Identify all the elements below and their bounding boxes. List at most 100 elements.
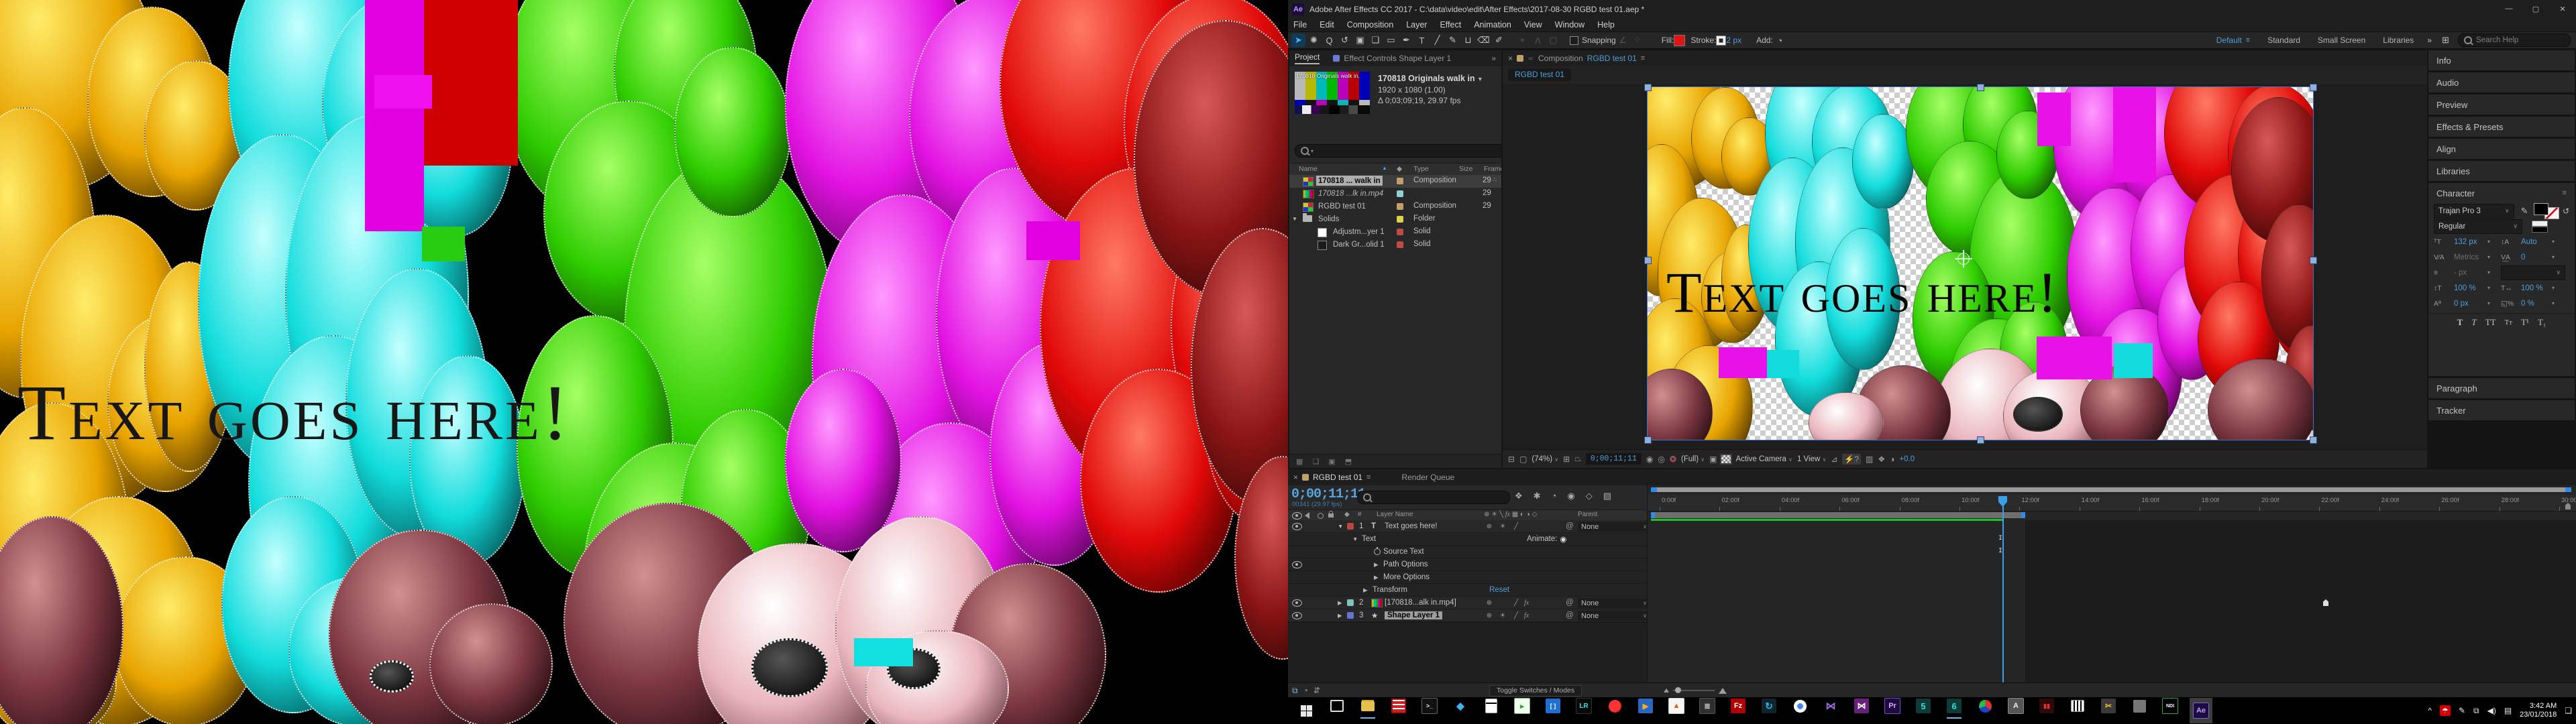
target-region-icon[interactable]: ▣ [1709,455,1717,464]
red-keys-icon[interactable]: ▮▮ [2039,698,2055,714]
project-item-name[interactable]: 170818 ... walk in [1316,176,1383,186]
project-row[interactable]: 170818 ...lk in.mp429 [1289,188,1501,200]
project-row[interactable]: 170818 ... walk inComposition29∴ [1289,175,1501,188]
visual-studio-icon[interactable]: ⋈ [1823,698,1839,714]
faux-style-0[interactable]: T [2457,317,2463,328]
swap-swatches[interactable] [2532,221,2552,233]
menu-window[interactable]: Window [1555,20,1585,29]
layer-switches[interactable]: ⊕☀╱ [1484,520,1521,532]
menu-view[interactable]: View [1524,20,1542,29]
breadcrumb[interactable]: RGBD test 01 [1508,68,1571,81]
faux-style-4[interactable]: T¹ [2521,317,2529,328]
faux-style-3[interactable]: Tᴛ [2504,318,2512,326]
comp-canvas[interactable]: Text goes here! [1648,87,2313,440]
pen-tray-icon[interactable]: ✎ [2459,706,2465,715]
menu-file[interactable]: File [1293,20,1307,29]
menu-composition[interactable]: Composition [1347,20,1393,29]
navigator-start-handle[interactable] [1651,487,1657,492]
grid-guides-icon[interactable]: ⊞ [1563,455,1570,464]
primary-viewer-icon[interactable]: ▢ [1519,455,1527,464]
stroke-style-select[interactable]: ∨ [2501,265,2565,280]
frame-blending-icon[interactable]: ◉ [1567,491,1574,501]
visual-studio2-icon[interactable]: ⋈ [1854,698,1870,714]
project-item-name[interactable]: Dark Gr...olid 1 [1331,239,1387,249]
brush-tool-icon[interactable]: ✎ [1446,34,1460,47]
time-ruler[interactable]: 0:00f02:00f04:00f06:00f08:00f10:00f12:00… [1648,495,2576,511]
panel-header[interactable]: Preview [2428,95,2575,115]
zoom-tool-icon[interactable]: Q [1322,34,1336,47]
media-app-icon[interactable] [1391,698,1407,714]
workspace-libraries[interactable]: Libraries [2383,36,2414,45]
keyboard-tray-icon[interactable]: ▤ [2504,706,2512,715]
panel-menu-icon[interactable]: ≡ [2563,189,2567,197]
reset-text-icon[interactable]: ↺ [2563,206,2569,216]
leading-value[interactable]: Auto [2521,238,2549,246]
command-prompt-icon[interactable]: >_ [1421,698,1438,714]
font-family-select[interactable]: Trajan Pro 3∨ [2434,204,2514,219]
resolution-select[interactable]: (Full) ∨ [1681,455,1705,463]
label-color-chip[interactable] [1397,216,1403,223]
selection-handle[interactable] [1644,257,1652,264]
parent-column[interactable]: Parent [1578,511,1597,518]
vlc-icon[interactable]: ▲ [1668,698,1684,714]
menu-effect[interactable]: Effect [1440,20,1461,29]
chrome-icon[interactable] [1792,698,1808,714]
layer-label-chip[interactable] [1347,612,1354,619]
work-area-start-handle[interactable] [1651,512,1655,518]
folder-expander-icon[interactable]: ▼ [1292,216,1297,222]
maximize-button[interactable]: ▢ [2522,5,2549,13]
layer-visibility-icon[interactable] [1292,523,1302,530]
anchor-point-icon[interactable] [1957,253,1970,265]
composition-tab[interactable]: × ⸦ Composition RGBD test 01 ≡ [1503,50,2427,66]
comp-viewer[interactable]: Text goes here! [1503,84,2427,449]
project-tab-overflow[interactable]: » [1491,54,1496,63]
workspace-small-screen[interactable]: Small Screen [2318,36,2365,45]
faux-style-1[interactable]: T [2471,317,2476,328]
diamond-app-icon[interactable]: ◆ [1452,698,1468,714]
animate-add-icon[interactable]: ◉ [1560,534,1566,544]
comp-lock-icon[interactable]: ⸦ [1527,54,1534,63]
layer-name[interactable]: Shape Layer 1 [1385,609,1442,621]
workspace-grid-icon[interactable]: ⊞ [2438,34,2453,47]
panel-header[interactable]: Libraries [2428,161,2575,181]
trash-icon[interactable]: ⬒ [1345,457,1352,466]
selection-handle[interactable] [2310,257,2317,264]
panel-header[interactable]: Tracker [2428,400,2575,420]
expand-layer-switches-icon[interactable]: ⧉ [1292,686,1298,696]
help-search[interactable]: Search Help [2458,34,2571,47]
pixel-aspect-icon[interactable]: ⊿ [1831,455,1837,464]
panel-tracker[interactable]: Tracker [2428,400,2575,420]
six-app-icon[interactable]: 6 [1946,698,1962,714]
workspace-overflow[interactable]: » [2427,36,2432,45]
comp-mini-flowchart-icon[interactable]: ❖ [1515,491,1523,501]
panel-align[interactable]: Align [2428,139,2575,159]
tab-render-queue[interactable]: Render Queue [1401,473,1454,482]
five-app-icon[interactable]: 5 [1915,698,1931,714]
layer-name[interactable]: Text goes here! [1385,520,1438,532]
parent-select[interactable]: None∨ [1578,611,1650,621]
workspace-standard[interactable]: Standard [2267,36,2300,45]
clone-stamp-tool-icon[interactable]: ⊔ [1461,34,1475,47]
region-of-interest-icon[interactable]: ⏢ [1574,454,1581,464]
new-folder-icon[interactable]: ❏ [1312,457,1319,466]
hide-shy-layers-icon[interactable]: ◔ [1552,491,1557,501]
col-name[interactable]: Name [1299,165,1318,173]
layer-name-column[interactable]: Layer Name [1377,511,1413,518]
panel-effects-presets[interactable]: Effects & Presets [2428,117,2575,137]
timeline-search[interactable] [1357,491,1510,504]
show-snapshot-icon[interactable]: ◎ [1658,455,1664,464]
selection-handle[interactable] [1977,84,1984,91]
project-item-name[interactable]: RGBD test 01 [1316,201,1368,211]
selection-handle[interactable] [1644,436,1652,444]
comp-current-time[interactable]: 0;00;11;11 [1586,453,1642,465]
project-row[interactable]: Dark Gr...olid 1Solid [1289,239,1501,251]
tab-project[interactable]: Project [1295,52,1320,64]
layer-switches[interactable]: ⊕☀╱fx [1484,609,1529,621]
pan-behind-tool-icon[interactable]: ❑ [1368,34,1383,47]
tray-expand-icon[interactable]: ^ [2428,706,2432,715]
faux-style-2[interactable]: TT [2485,317,2496,328]
selection-handle[interactable] [1977,436,1984,444]
navigator-end-handle[interactable] [2565,487,2571,492]
film-app-icon[interactable]: ≣ [1699,698,1715,714]
always-preview-icon[interactable]: ⊟ [1508,455,1515,464]
